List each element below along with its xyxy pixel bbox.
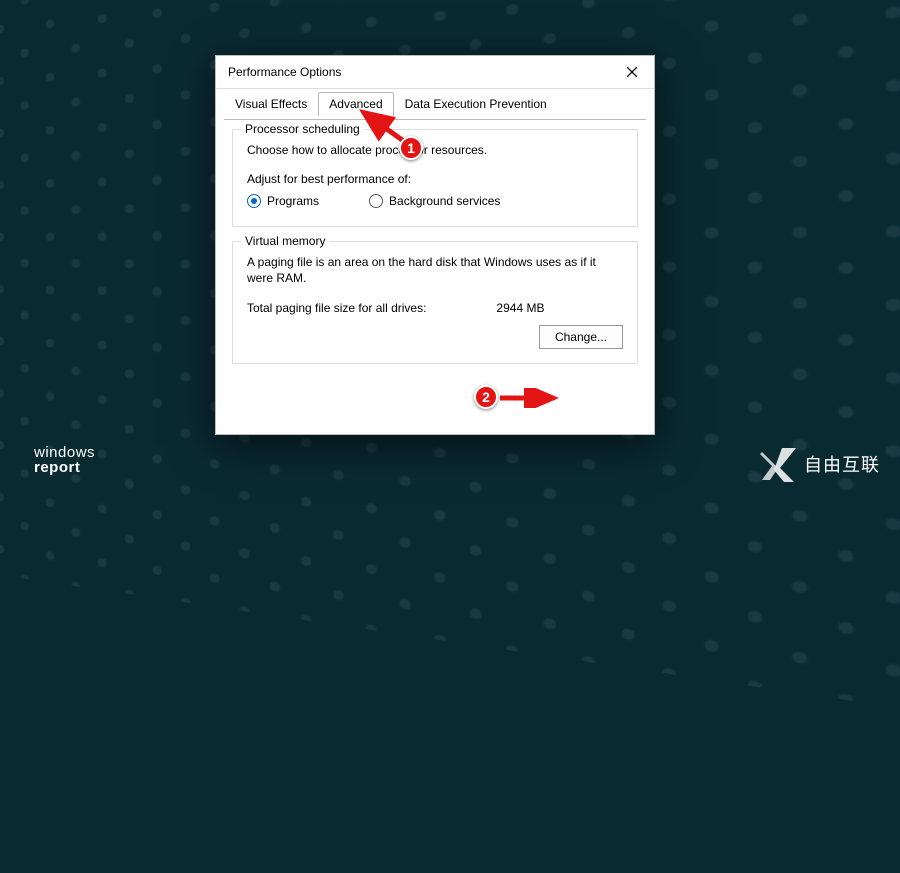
paging-total-value: 2944 MB <box>496 301 544 315</box>
adjust-performance-label: Adjust for best performance of: <box>247 172 623 186</box>
tabstrip: Visual Effects Advanced Data Execution P… <box>216 91 654 115</box>
titlebar: Performance Options <box>216 56 654 89</box>
radio-programs-label: Programs <box>267 194 319 208</box>
virtual-memory-group: Virtual memory A paging file is an area … <box>232 241 638 363</box>
close-icon <box>627 67 637 77</box>
processor-scheduling-group: Processor scheduling Choose how to alloc… <box>232 129 638 227</box>
tab-visual-effects[interactable]: Visual Effects <box>224 92 318 116</box>
performance-options-dialog: Performance Options Visual Effects Advan… <box>215 55 655 435</box>
radio-dot-icon <box>247 194 261 208</box>
watermark-right: 自由互联 <box>758 444 880 484</box>
tab-underline <box>224 119 646 120</box>
radio-dot-icon <box>369 194 383 208</box>
annotation-badge-2: 2 <box>474 385 498 409</box>
watermark-line2: report <box>34 460 95 476</box>
change-button[interactable]: Change... <box>539 325 623 349</box>
radio-background-services[interactable]: Background services <box>369 194 500 208</box>
watermark-windows-report: windows report <box>34 445 95 477</box>
x-logo-icon <box>758 444 798 484</box>
radio-background-label: Background services <box>389 194 500 208</box>
close-button[interactable] <box>620 62 644 82</box>
annotation-arrow-2 <box>498 388 564 408</box>
tab-data-execution-prevention[interactable]: Data Execution Prevention <box>394 92 558 116</box>
watermark-right-text: 自由互联 <box>804 451 880 477</box>
virtual-memory-legend: Virtual memory <box>241 234 329 248</box>
watermark-line1: windows <box>34 445 95 461</box>
dialog-title: Performance Options <box>228 65 341 79</box>
paging-file-total-row: Total paging file size for all drives: 2… <box>247 301 623 315</box>
dialog-content: Processor scheduling Choose how to alloc… <box>216 115 654 390</box>
processor-scheduling-description: Choose how to allocate processor resourc… <box>247 142 623 158</box>
radio-group-performance: Programs Background services <box>247 194 623 208</box>
paging-total-label: Total paging file size for all drives: <box>247 301 426 315</box>
annotation-badge-1: 1 <box>399 136 423 160</box>
radio-programs[interactable]: Programs <box>247 194 319 208</box>
virtual-memory-description: A paging file is an area on the hard dis… <box>247 254 623 286</box>
processor-scheduling-legend: Processor scheduling <box>241 122 364 136</box>
